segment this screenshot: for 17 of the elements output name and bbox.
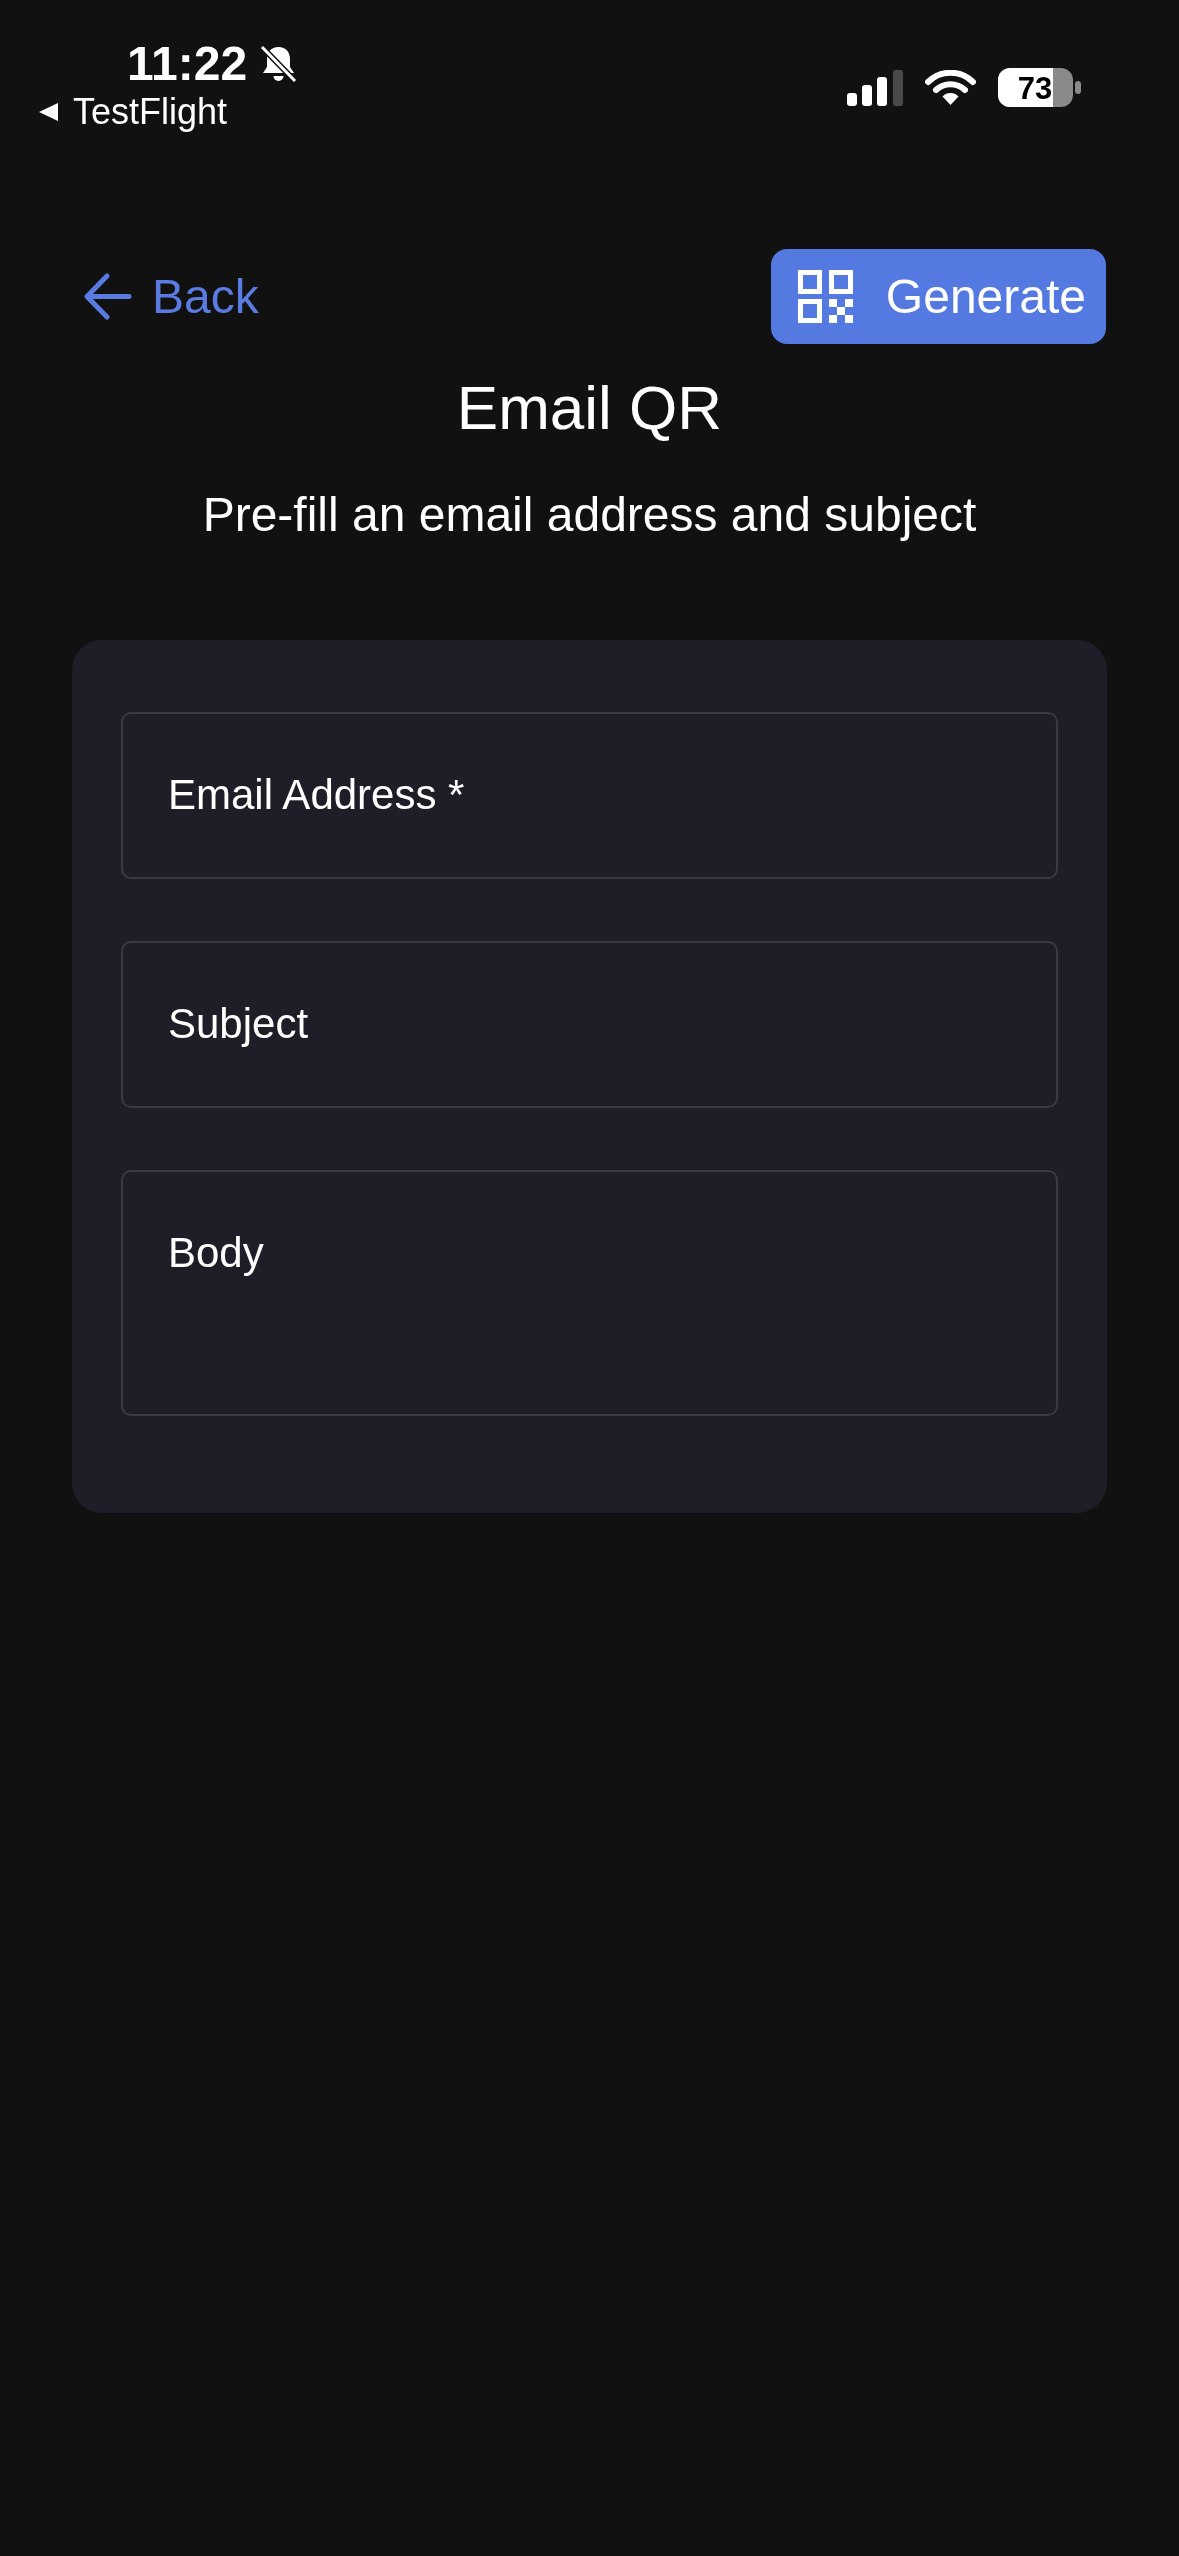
status-time: 11:22 <box>127 36 248 92</box>
page-title: Email QR <box>456 372 723 444</box>
qr-code-icon[interactable] <box>797 270 853 323</box>
battery-icon <box>998 68 1081 107</box>
generate-button[interactable]: Generate <box>770 249 1106 344</box>
back-button[interactable]: Back <box>84 268 259 325</box>
page-subtitle: Pre-fill an email address and subject <box>202 487 977 544</box>
bell-off-icon <box>259 43 299 84</box>
arrow-left-icon[interactable] <box>84 273 132 320</box>
input-field[interactable]: Subject <box>121 941 1058 1108</box>
textarea-field[interactable]: Body <box>121 1170 1058 1416</box>
signal-icon <box>847 69 903 106</box>
caret-left-icon[interactable] <box>38 102 59 122</box>
wifi-icon <box>925 69 976 106</box>
battery-percentage: 73 <box>1017 72 1053 103</box>
input-field[interactable]: Email Address * <box>121 712 1058 879</box>
back-to-app-link[interactable]: TestFlight <box>38 92 228 132</box>
